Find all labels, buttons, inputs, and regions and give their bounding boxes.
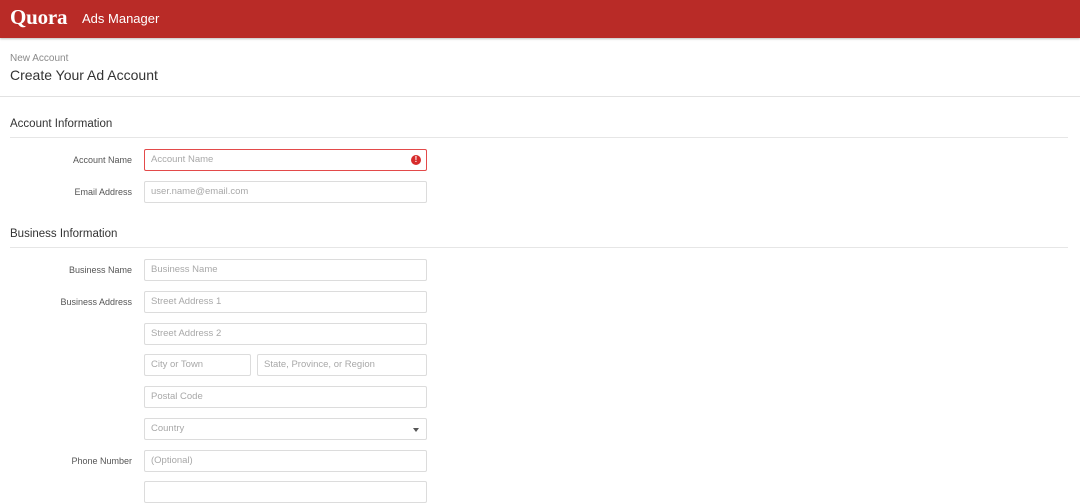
- email-address-input[interactable]: user.name@email.com: [144, 181, 427, 203]
- postal-code-placeholder: Postal Code: [151, 391, 203, 402]
- phone-number-label: Phone Number: [71, 456, 132, 466]
- account-name-label: Account Name: [72, 155, 132, 165]
- quora-logo[interactable]: Quora: [10, 5, 68, 30]
- business-address-label: Business Address: [60, 297, 132, 307]
- account-name-input[interactable]: Account Name !: [144, 149, 427, 171]
- breadcrumb: New Account: [10, 53, 69, 64]
- account-name-placeholder: Account Name: [151, 154, 214, 165]
- business-name-input[interactable]: Business Name: [144, 259, 427, 281]
- business-name-placeholder: Business Name: [151, 264, 218, 275]
- business-name-label: Business Name: [68, 265, 132, 275]
- page-header: New Account Create Your Ad Account: [0, 38, 1080, 97]
- postal-code-input[interactable]: Postal Code: [144, 386, 427, 408]
- exclamation-icon: !: [411, 155, 421, 165]
- next-input[interactable]: [144, 481, 427, 503]
- top-bar: Quora Ads Manager: [0, 0, 1080, 38]
- street-address-1-placeholder: Street Address 1: [151, 296, 222, 307]
- street-address-2-input[interactable]: Street Address 2: [144, 323, 427, 345]
- street-address-1-input[interactable]: Street Address 1: [144, 291, 427, 313]
- city-placeholder: City or Town: [151, 359, 204, 370]
- country-select[interactable]: Country: [144, 418, 427, 440]
- business-information-heading: Business Information: [10, 228, 118, 240]
- state-placeholder: State, Province, or Region: [264, 359, 375, 370]
- state-input[interactable]: State, Province, or Region: [257, 354, 427, 376]
- section-divider: [10, 137, 1068, 138]
- section-divider: [10, 247, 1068, 248]
- email-placeholder: user.name@email.com: [151, 186, 249, 197]
- city-input[interactable]: City or Town: [144, 354, 251, 376]
- account-information-heading: Account Information: [10, 118, 113, 130]
- page-title: Create Your Ad Account: [10, 67, 158, 83]
- phone-number-input[interactable]: (Optional): [144, 450, 427, 472]
- street-address-2-placeholder: Street Address 2: [151, 328, 222, 339]
- country-placeholder: Country: [151, 423, 185, 434]
- email-address-label: Email Address: [74, 187, 132, 197]
- product-name[interactable]: Ads Manager: [82, 11, 159, 26]
- chevron-down-icon: [413, 428, 419, 432]
- phone-placeholder: (Optional): [151, 455, 193, 466]
